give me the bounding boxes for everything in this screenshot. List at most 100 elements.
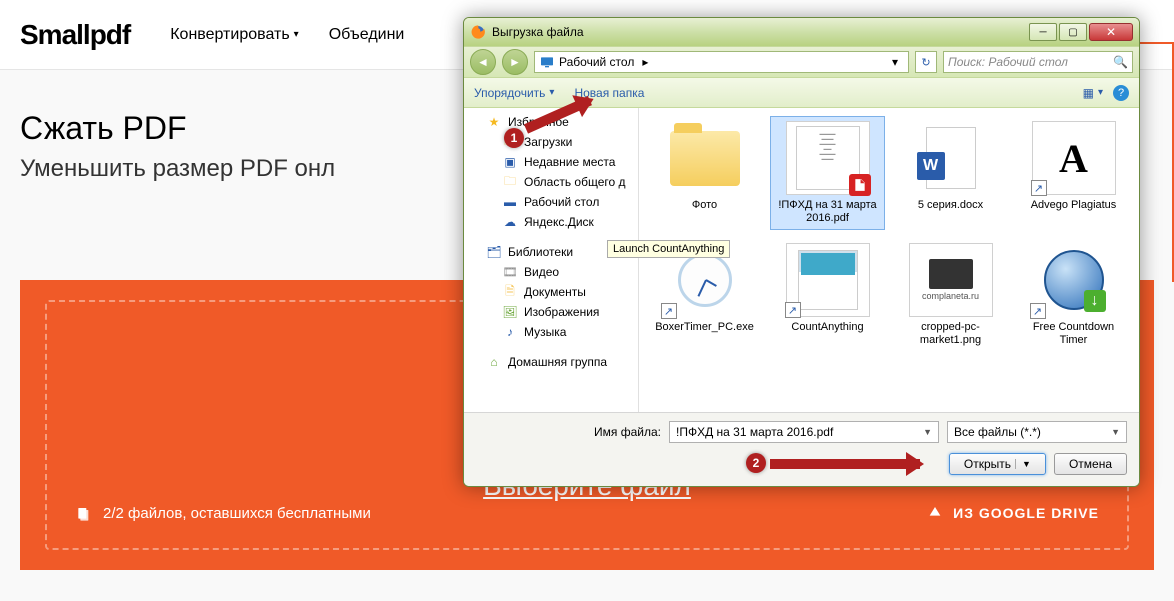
recent-icon: ▣ — [502, 154, 518, 170]
shortcut-icon: ↗ — [1031, 180, 1047, 196]
sidebar-item-shared[interactable]: 🗀Область общего д — [464, 172, 638, 192]
sidebar-item-video[interactable]: 🎞Видео — [464, 262, 638, 282]
top-nav: Конвертировать▾ Объедини — [170, 26, 404, 44]
organize-button[interactable]: Упорядочить▾ — [474, 86, 554, 100]
sidebar-item-downloads[interactable]: 🗀Загрузки — [464, 132, 638, 152]
sidebar-item-desktop[interactable]: ▬Рабочий стол — [464, 192, 638, 212]
music-icon: ♪ — [502, 324, 518, 340]
help-button[interactable]: ? — [1113, 85, 1129, 101]
file-thumbnail: ↗ — [786, 243, 870, 317]
shortcut-icon: ↗ — [661, 303, 677, 319]
arrow-icon — [770, 459, 920, 469]
file-item[interactable]: ↗ CountAnything — [770, 238, 885, 352]
file-item[interactable]: ↓↗ Free Countdown Timer — [1016, 238, 1131, 352]
back-button[interactable]: ◄ — [470, 49, 496, 75]
chevron-down-icon: ▾ — [1098, 87, 1103, 98]
open-button[interactable]: Открыть▼ — [949, 453, 1046, 475]
file-thumbnail — [663, 121, 747, 195]
tooltip: Launch CountAnything — [639, 240, 730, 258]
pdf-icon — [849, 174, 871, 196]
dialog-title: Выгрузка файла — [492, 25, 584, 39]
file-item[interactable]: Фото — [647, 116, 762, 230]
file-thumbnail — [909, 121, 993, 195]
firefox-icon — [470, 24, 486, 40]
path-bar[interactable]: Рабочий стол ▸ ▾ — [534, 51, 909, 73]
view-button[interactable]: ▦▾ — [1083, 86, 1103, 100]
sidebar-group-homegroup[interactable]: ⌂Домашняя группа — [464, 352, 638, 372]
dialog-footer: Имя файла: !ПФХД на 31 марта 2016.pdf▼ В… — [464, 412, 1139, 486]
nav-convert[interactable]: Конвертировать▾ — [170, 26, 298, 44]
search-icon: 🔍 — [1113, 55, 1128, 69]
filename-input[interactable]: !ПФХД на 31 марта 2016.pdf▼ — [669, 421, 939, 443]
logo: Smallpdf — [20, 19, 130, 51]
file-item[interactable]: 5 серия.docx — [893, 116, 1008, 230]
help-icon: ? — [1113, 85, 1129, 101]
maximize-button[interactable]: ▢ — [1059, 23, 1087, 41]
docs-icon — [75, 506, 91, 522]
file-label: Advego Plagiatus — [1031, 199, 1117, 225]
video-icon: 🎞 — [502, 264, 518, 280]
file-thumbnail: complaneta.ru — [909, 243, 993, 317]
file-item[interactable]: ▬▬▬▬▬▬▬▬▬▬▬▬▬▬▬▬▬▬▬▬ !ПФХД на 31 марта 20… — [770, 116, 885, 230]
sidebar: ★Избранное 🗀Загрузки ▣Недавние места 🗀Об… — [464, 108, 639, 412]
view-icon: ▦ — [1083, 86, 1094, 100]
file-list[interactable]: Фото ▬▬▬▬▬▬▬▬▬▬▬▬▬▬▬▬▬▬▬▬ !ПФХД на 31 март… — [639, 108, 1139, 412]
toolbar: Упорядочить▾ Новая папка ▦▾ ? — [464, 78, 1139, 108]
file-label: BoxerTimer_PC.exe — [655, 321, 754, 347]
desktop-icon — [539, 54, 555, 70]
file-label: CountAnything — [791, 321, 863, 347]
file-item[interactable]: complaneta.ru cropped-pc-market1.png — [893, 238, 1008, 352]
filename-label: Имя файла: — [594, 425, 661, 439]
close-button[interactable]: ✕ — [1089, 23, 1133, 41]
file-thumbnail: ↓↗ — [1032, 243, 1116, 317]
window-buttons: ─ ▢ ✕ — [1027, 23, 1133, 41]
star-icon: ★ — [486, 114, 502, 130]
refresh-button[interactable]: ↻ — [915, 51, 937, 73]
file-label: Free Countdown Timer — [1021, 321, 1126, 347]
files-remaining: 2/2 файлов, оставшихся бесплатными — [75, 505, 371, 522]
cloud-icon: ☁ — [502, 214, 518, 230]
file-label: Фото — [692, 199, 717, 225]
file-thumbnail: ▬▬▬▬▬▬▬▬▬▬▬▬▬▬▬▬▬▬▬▬ — [786, 121, 870, 195]
search-input[interactable]: Поиск: Рабочий стол 🔍 — [943, 51, 1133, 73]
titlebar[interactable]: Выгрузка файла ─ ▢ ✕ — [464, 18, 1139, 46]
sidebar-item-documents[interactable]: 🗎Документы — [464, 282, 638, 302]
forward-button[interactable]: ► — [502, 49, 528, 75]
document-icon: 🗎 — [502, 284, 518, 300]
path-dropdown-icon[interactable]: ▾ — [886, 55, 904, 69]
nav-merge[interactable]: Объедини — [329, 26, 405, 44]
cancel-button[interactable]: Отмена — [1054, 453, 1127, 475]
chevron-down-icon[interactable]: ▼ — [923, 427, 932, 437]
filter-select[interactable]: Все файлы (*.*)▼ — [947, 421, 1127, 443]
path-segment[interactable]: Рабочий стол — [559, 55, 634, 69]
file-thumbnail: A↗ — [1032, 121, 1116, 195]
chevron-down-icon[interactable]: ▼ — [1015, 459, 1031, 469]
chevron-down-icon[interactable]: ▼ — [1111, 427, 1120, 437]
file-label: !ПФХД на 31 марта 2016.pdf — [775, 199, 880, 225]
homegroup-icon: ⌂ — [486, 354, 502, 370]
search-placeholder: Поиск: Рабочий стол — [948, 55, 1068, 69]
shortcut-icon: ↗ — [1030, 303, 1046, 319]
sidebar-item-music[interactable]: ♪Музыка — [464, 322, 638, 342]
image-icon: 🖼 — [502, 304, 518, 320]
libraries-icon: 🗂 — [486, 244, 502, 260]
file-open-dialog: Выгрузка файла ─ ▢ ✕ ◄ ► Рабочий стол ▸ … — [463, 17, 1140, 487]
callout-2: 2 — [746, 453, 766, 473]
path-sep-icon: ▸ — [638, 55, 652, 69]
desktop-icon: ▬ — [502, 194, 518, 210]
file-label: cropped-pc-market1.png — [898, 321, 1003, 347]
sidebar-item-yandex[interactable]: ☁Яндекс.Диск — [464, 212, 638, 232]
minimize-button[interactable]: ─ — [1029, 23, 1057, 41]
sidebar-item-images[interactable]: 🖼Изображения — [464, 302, 638, 322]
gdrive-icon — [927, 505, 943, 521]
sidebar-item-recent[interactable]: ▣Недавние места — [464, 152, 638, 172]
chevron-down-icon: ▾ — [549, 87, 554, 98]
dialog-body: ★Избранное 🗀Загрузки ▣Недавние места 🗀Об… — [464, 108, 1139, 412]
folder-icon: 🗀 — [502, 174, 518, 190]
chevron-down-icon: ▾ — [294, 29, 299, 40]
from-google-drive[interactable]: ИЗ GOOGLE DRIVE — [927, 505, 1099, 521]
file-item[interactable]: A↗ Advego Plagiatus — [1016, 116, 1131, 230]
file-label: 5 серия.docx — [918, 199, 983, 225]
nav-bar: ◄ ► Рабочий стол ▸ ▾ ↻ Поиск: Рабочий ст… — [464, 46, 1139, 78]
shortcut-icon: ↗ — [785, 302, 801, 318]
